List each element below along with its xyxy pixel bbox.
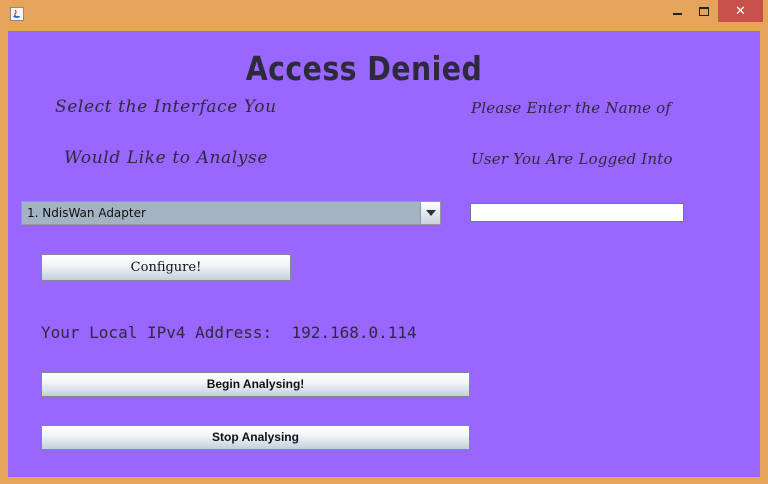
interface-select[interactable]: 1. NdisWan Adapter [21,201,441,225]
ip-address-line: Your Local IPv4 Address: 192.168.0.114 [41,323,417,342]
maximize-button[interactable] [691,0,717,22]
configure-button[interactable]: Configure! [41,254,291,281]
minimize-button[interactable] [664,0,690,22]
page-title: Access Denied [245,49,483,88]
user-prompt-line2: User You Are Logged Into [471,150,673,168]
close-button[interactable]: ✕ [718,0,763,22]
interface-select-value: 1. NdisWan Adapter [27,206,146,220]
ip-address-label: Your Local IPv4 Address: [41,323,273,342]
minimize-icon [672,12,682,15]
interface-prompt-line1: Select the Interface You [55,97,277,117]
interface-select-arrow[interactable] [420,202,440,224]
java-app-icon[interactable] [10,7,24,21]
user-prompt-line1: Please Enter the Name of [471,99,672,117]
begin-analysing-button[interactable]: Begin Analysing! [41,372,470,397]
ip-address-value: 192.168.0.114 [291,323,417,342]
username-field[interactable] [470,203,684,222]
stop-analysing-button[interactable]: Stop Analysing [41,425,470,450]
close-icon: ✕ [735,3,746,19]
maximize-icon [699,6,709,16]
title-bar: ✕ [0,0,768,30]
main-panel: Access Denied Select the Interface You W… [8,31,760,477]
interface-prompt-line2: Would Like to Analyse [64,148,268,168]
dropdown-arrow-icon [425,210,436,216]
